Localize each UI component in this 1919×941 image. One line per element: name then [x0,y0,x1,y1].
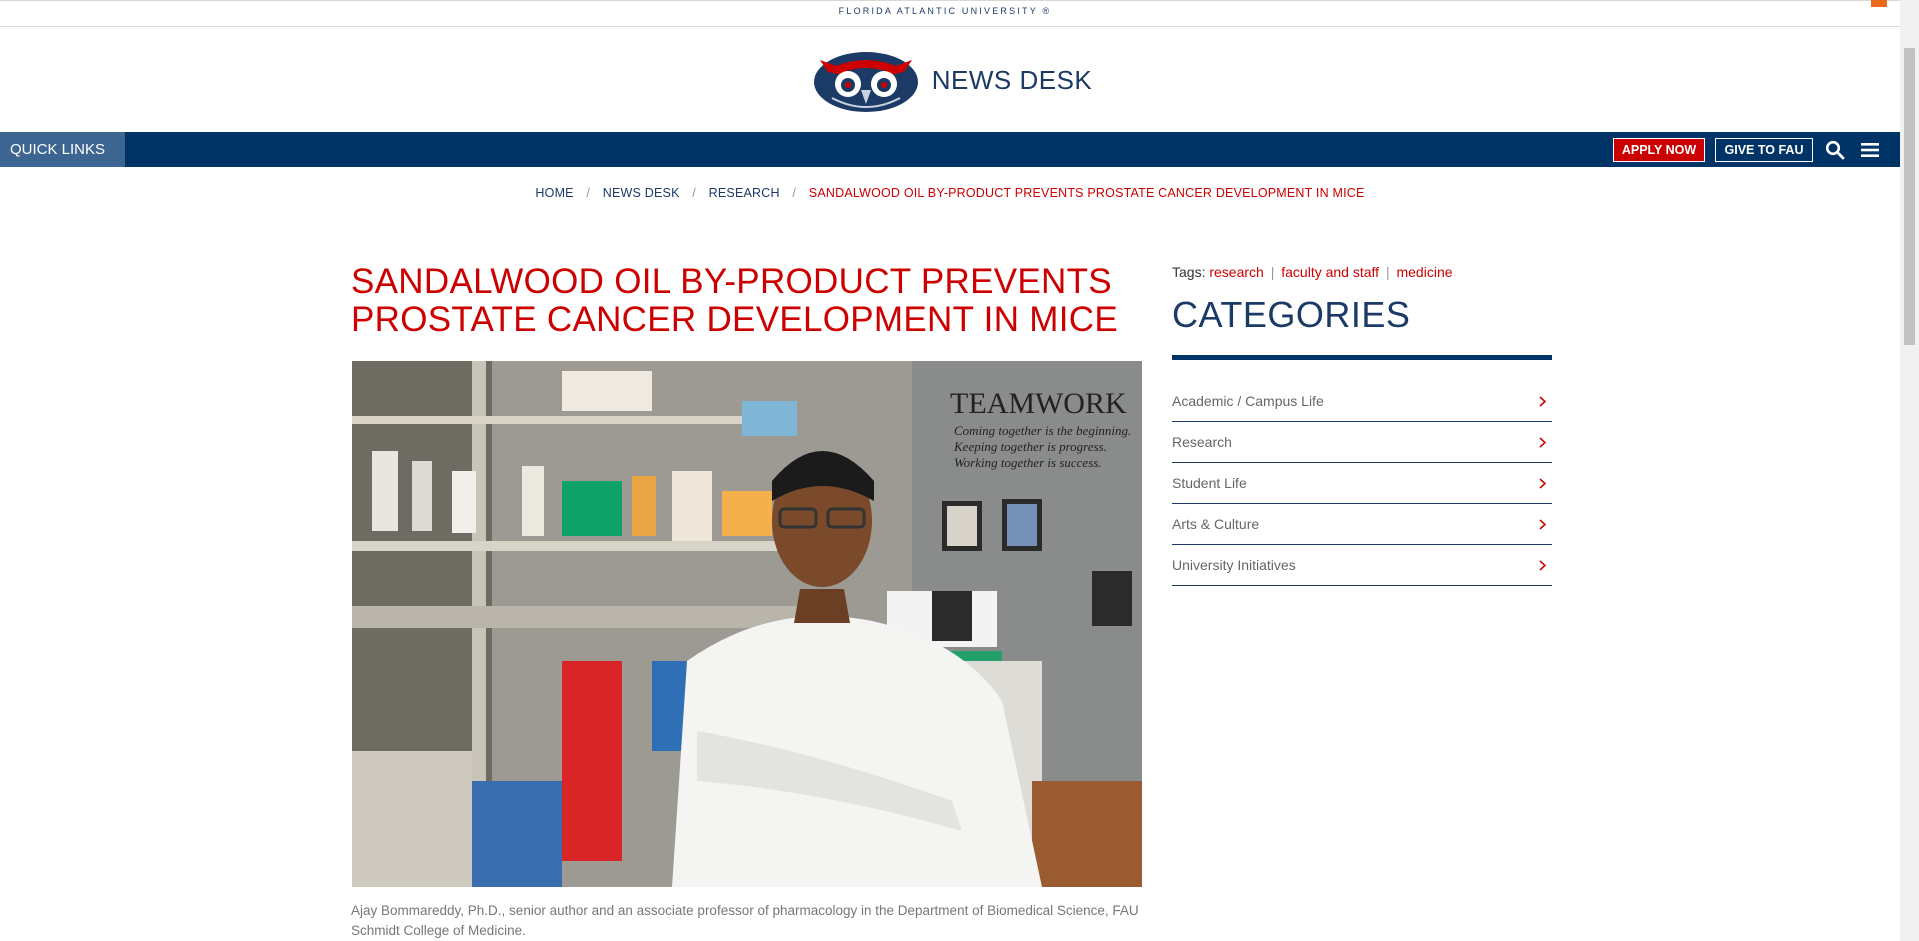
category-label: Academic / Campus Life [1172,393,1324,409]
give-to-fau-button[interactable]: GIVE TO FAU [1715,138,1813,162]
chevron-right-icon [1539,465,1547,505]
categories-rule [1172,355,1552,360]
search-icon[interactable] [1825,140,1845,160]
categories-heading: CATEGORIES [1172,294,1411,335]
university-top-bar: FLORIDA ATLANTIC UNIVERSITY ® [0,0,1900,27]
tags-label: Tags: [1172,264,1206,280]
owl-logo-icon [813,52,918,112]
page-scrollbar[interactable] [1900,0,1919,941]
category-student-life[interactable]: Student Life [1172,463,1552,504]
scrollbar-thumb[interactable] [1904,48,1915,345]
breadcrumb-home[interactable]: HOME [535,186,573,200]
teamwork-sign-title: TEAMWORK [950,387,1127,420]
chevron-right-icon [1539,424,1547,464]
category-research[interactable]: Research [1172,422,1552,463]
tag-separator: | [1385,264,1390,280]
article-headline: SANDALWOOD OIL BY-PRODUCT PREVENTS PROST… [351,263,1151,339]
breadcrumb-separator: / [586,186,591,200]
category-label: Arts & Culture [1172,516,1260,532]
chevron-right-icon [1539,506,1547,546]
teamwork-sign-line-3: Working together is success. [954,455,1102,470]
breadcrumb-current: SANDALWOOD OIL BY-PRODUCT PREVENTS PROST… [808,186,1365,200]
breadcrumb-research[interactable]: RESEARCH [709,186,780,200]
tag-faculty-and-staff[interactable]: faculty and staff [1281,264,1379,280]
category-label: University Initiatives [1172,557,1296,573]
chevron-right-icon [1539,547,1547,587]
chevron-right-icon [1539,383,1547,423]
corner-tab[interactable] [1871,0,1887,7]
university-name[interactable]: FLORIDA ATLANTIC UNIVERSITY ® [839,4,1052,18]
categories-list: Academic / Campus Life Research Student … [1172,381,1552,586]
quick-links-dropdown[interactable]: QUICK LINKS [0,132,125,189]
category-university-initiatives[interactable]: University Initiatives [1172,545,1552,586]
breadcrumb-news-desk[interactable]: NEWS DESK [603,186,680,200]
main-nav-bar: QUICK LINKS APPLY NOW GIVE TO FAU [0,132,1900,189]
headline-line-1: SANDALWOOD OIL BY-PRODUCT PREVENTS [351,262,1112,301]
tag-separator: | [1270,264,1275,280]
menu-icon[interactable] [1860,140,1880,160]
news-desk-brand[interactable]: NEWS DESK [0,45,1900,115]
tag-research[interactable]: research [1209,264,1263,280]
teamwork-sign-line-2: Keeping together is progress. [953,439,1107,454]
category-label: Student Life [1172,475,1247,491]
category-arts-culture[interactable]: Arts & Culture [1172,504,1552,545]
article-hero-image: TEAMWORK Coming together is the beginnin… [352,361,1142,887]
image-caption: Ajay Bommareddy, Ph.D., senior author an… [351,903,1139,938]
quick-links-label: QUICK LINKS [10,141,106,158]
breadcrumb-separator: / [792,186,797,200]
tag-medicine[interactable]: medicine [1396,264,1452,280]
teamwork-sign-line-1: Coming together is the beginning. [954,423,1131,438]
lab-photo: TEAMWORK Coming together is the beginnin… [352,361,1142,887]
breadcrumb: HOME / NEWS DESK / RESEARCH / SANDALWOOD… [0,186,1900,200]
headline-line-2: PROSTATE CANCER DEVELOPMENT IN MICE [351,300,1118,339]
breadcrumb-separator: / [692,186,696,200]
tags-list: Tags: research | faculty and staff | med… [1172,264,1453,280]
site-title: NEWS DESK [931,64,1093,95]
category-label: Research [1172,434,1232,450]
category-academic-campus-life[interactable]: Academic / Campus Life [1172,381,1552,422]
apply-now-button[interactable]: APPLY NOW [1613,138,1705,162]
